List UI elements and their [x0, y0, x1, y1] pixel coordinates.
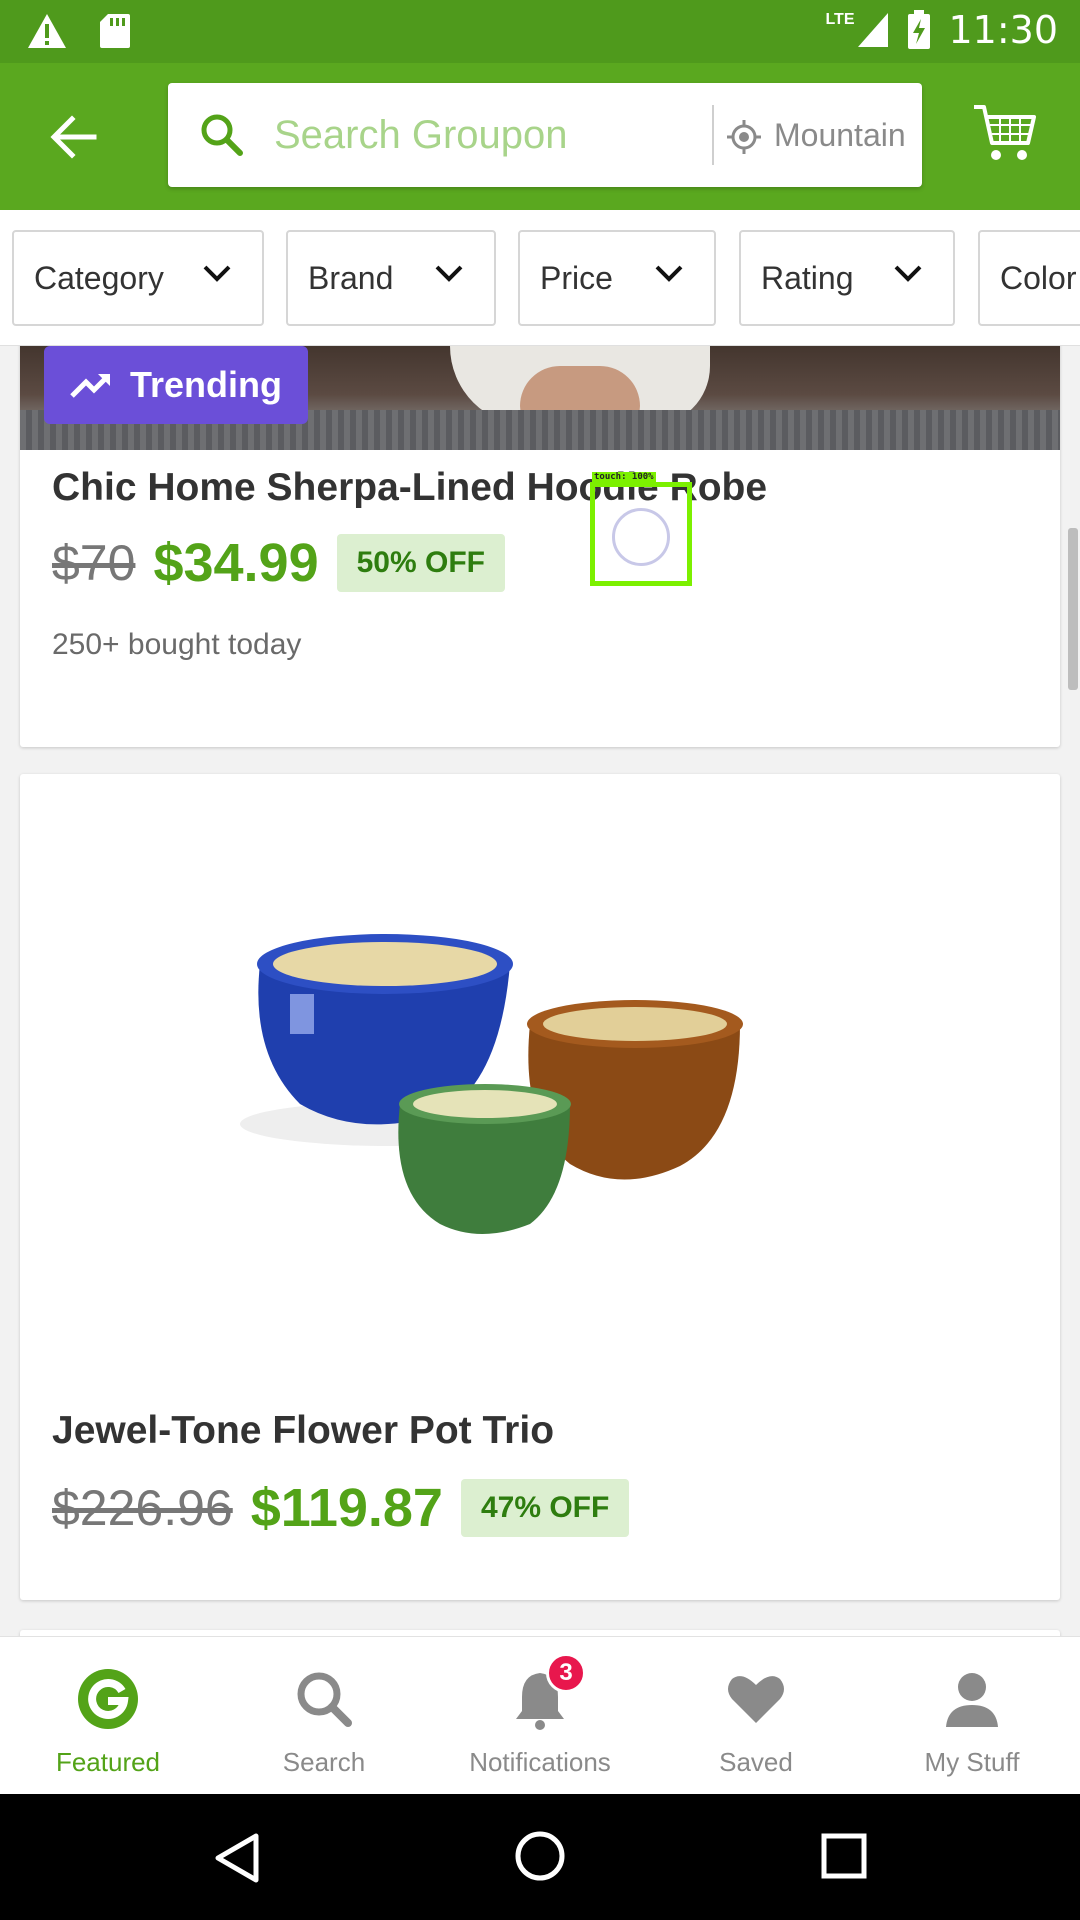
touch-indicator-label: touch: 100%: [592, 472, 656, 482]
battery-charging-icon: [908, 10, 931, 49]
sale-price: $119.87: [250, 1478, 443, 1538]
location-icon: [727, 120, 761, 154]
divider: [712, 105, 714, 165]
search-icon: [201, 114, 243, 156]
nav-label: Search: [282, 1747, 366, 1777]
chevron-down-icon: [894, 265, 922, 282]
chevron-down-icon: [655, 265, 683, 282]
back-button[interactable]: [44, 107, 104, 167]
scrollbar[interactable]: [1068, 528, 1078, 690]
product-image: [240, 934, 743, 1234]
nav-my-stuff[interactable]: My Stuff: [864, 1667, 1080, 1778]
discount-badge: 47% OFF: [460, 1479, 630, 1537]
filter-bar: Category Brand Price Rating Color: [0, 210, 1080, 346]
clock: 11:30: [948, 8, 1058, 52]
sale-price: $34.99: [153, 533, 319, 593]
warning-icon: [28, 14, 66, 48]
nav-label: Featured: [55, 1747, 161, 1777]
location-selector[interactable]: Mountain View: [774, 117, 910, 154]
nav-search[interactable]: Search: [216, 1667, 432, 1778]
filter-color[interactable]: Color: [978, 230, 1080, 326]
filter-rating[interactable]: Rating: [739, 230, 955, 326]
nav-notifications[interactable]: 3 Notifications: [432, 1653, 648, 1778]
deal-card[interactable]: Jewel-Tone Flower Pot Trio $226.96 $119.…: [20, 774, 1060, 1600]
search-placeholder: Search Groupon: [274, 113, 568, 157]
nav-label: Saved: [719, 1747, 793, 1777]
original-price: $226.96: [52, 1480, 233, 1536]
heart-icon: [724, 1667, 788, 1731]
search-input[interactable]: Search Groupon Mountain View: [168, 83, 922, 187]
nav-label: Notifications: [469, 1747, 611, 1777]
app-bar: Search Groupon Mountain View: [0, 63, 1080, 210]
product-title: Jewel-Tone Flower Pot Trio: [52, 1409, 555, 1452]
cart-button[interactable]: [970, 99, 1040, 169]
trending-up-icon: [70, 374, 110, 398]
price-row: $226.96 $119.87 47% OFF: [52, 1477, 630, 1539]
person-icon: [940, 1667, 1004, 1731]
search-icon: [292, 1667, 356, 1731]
filter-label: Price: [540, 259, 613, 296]
filter-label: Category: [34, 259, 164, 296]
filter-label: Brand: [308, 259, 394, 296]
notification-badge: 3: [546, 1653, 586, 1693]
signal-icon: [858, 13, 889, 47]
deal-list[interactable]: Trending Chic Home Sherpa-Lined Hoodie R…: [0, 346, 1080, 1636]
nav-label: My Stuff: [924, 1747, 1020, 1777]
network-type: LTE: [825, 11, 855, 28]
deal-card[interactable]: Trending Chic Home Sherpa-Lined Hoodie R…: [20, 346, 1060, 747]
chevron-down-icon: [203, 265, 231, 282]
nav-saved[interactable]: Saved: [648, 1667, 864, 1778]
status-bar: LTE 11:30: [0, 0, 1080, 63]
filter-category[interactable]: Category: [12, 230, 264, 326]
filter-brand[interactable]: Brand: [286, 230, 496, 326]
arrow-left-icon: [50, 115, 97, 159]
system-nav-bar: [0, 1794, 1080, 1920]
trending-badge: Trending: [44, 346, 308, 424]
trending-label: Trending: [130, 364, 282, 405]
chevron-down-icon: [435, 265, 463, 282]
filter-label: Color: [1000, 259, 1077, 296]
original-price: $70: [52, 535, 136, 591]
nav-featured[interactable]: Featured: [0, 1667, 216, 1778]
bell-icon: 3: [508, 1653, 586, 1731]
bottom-nav: Featured Search 3 Notifications Saved My…: [0, 1636, 1080, 1794]
discount-badge: 50% OFF: [336, 534, 505, 592]
groupon-g-icon: [76, 1667, 140, 1731]
touch-indicator-circle: [612, 508, 670, 566]
back-triangle-icon[interactable]: [212, 1832, 262, 1884]
recents-square-icon[interactable]: [820, 1832, 868, 1880]
sd-card-icon: [100, 14, 130, 48]
filter-label: Rating: [761, 259, 854, 296]
bought-count: 250+ bought today: [52, 628, 302, 661]
cart-icon: [974, 105, 1036, 160]
home-circle-icon[interactable]: [514, 1830, 566, 1882]
price-row: $70 $34.99 50% OFF: [52, 532, 505, 594]
filter-price[interactable]: Price: [518, 230, 716, 326]
